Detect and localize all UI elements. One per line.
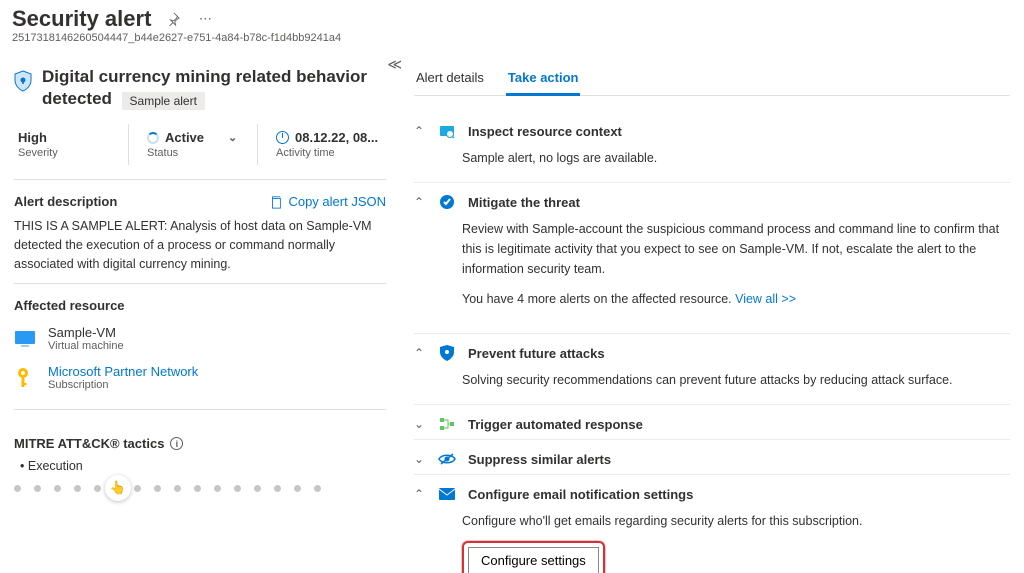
suppress-icon xyxy=(438,450,456,468)
status-label: Status xyxy=(147,147,253,159)
acc-prevent-title: Prevent future attacks xyxy=(468,346,605,361)
acc-suppress-header[interactable]: ⌄ Suppress similar alerts xyxy=(414,450,1010,468)
acc-inspect-header[interactable]: ⌃ Inspect resource context xyxy=(414,122,1010,140)
chevron-down-icon: ⌄ xyxy=(414,452,426,466)
details-pane: ≪ Digital currency mining related behavi… xyxy=(0,54,400,573)
clock-icon xyxy=(276,131,289,144)
pin-icon[interactable] xyxy=(163,9,183,29)
mitigate-text-2: You have 4 more alerts on the affected r… xyxy=(462,292,735,306)
key-icon xyxy=(14,367,36,389)
chevron-up-icon: ⌃ xyxy=(414,195,426,209)
copy-icon xyxy=(269,195,283,209)
email-icon xyxy=(438,485,456,503)
acc-configure-title: Configure email notification settings xyxy=(468,487,693,502)
acc-inspect-body: Sample alert, no logs are available. xyxy=(414,140,1010,168)
collapse-pane-icon[interactable]: ≪ xyxy=(387,56,402,73)
acc-trigger-title: Trigger automated response xyxy=(468,417,643,432)
mitigate-text-1: Review with Sample-account the suspiciou… xyxy=(462,219,1010,279)
tab-take-action[interactable]: Take action xyxy=(506,64,581,96)
resource-type: Virtual machine xyxy=(48,340,124,352)
alert-id: 2517318146260504447_b44e2627-e751-4a84-b… xyxy=(0,32,1024,54)
acc-mitigate-header[interactable]: ⌃ Mitigate the threat xyxy=(414,193,1010,211)
hand-pointer-icon: 👆 xyxy=(105,475,131,501)
status-dropdown-icon[interactable]: ⌄ xyxy=(228,131,237,144)
chevron-up-icon: ⌃ xyxy=(414,346,426,360)
status-value: Active xyxy=(165,130,204,145)
chevron-down-icon: ⌄ xyxy=(414,417,426,431)
affected-resource-heading: Affected resource xyxy=(14,298,386,313)
tab-alert-details[interactable]: Alert details xyxy=(414,64,486,95)
activity-metric: 08.12.22, 08... Activity time xyxy=(257,124,386,165)
resource-item-vm: Sample-VM Virtual machine xyxy=(14,325,386,352)
configure-settings-button[interactable]: Configure settings xyxy=(468,547,599,573)
activity-label: Activity time xyxy=(276,147,382,159)
acc-inspect-title: Inspect resource context xyxy=(468,124,622,139)
status-metric: Active ⌄ Status xyxy=(128,124,257,165)
activity-value: 08.12.22, 08... xyxy=(295,130,378,145)
mitre-heading: MITRE ATT&CK® tactics xyxy=(14,436,164,451)
severity-value: High xyxy=(18,130,124,145)
severity-label: Severity xyxy=(18,147,124,159)
configure-text: Configure who'll get emails regarding se… xyxy=(462,511,1010,531)
resource-type: Subscription xyxy=(48,379,198,391)
spinner-icon xyxy=(147,132,159,144)
page-title: Security alert xyxy=(12,6,151,32)
chevron-up-icon: ⌃ xyxy=(414,487,426,501)
severity-metric: High Severity xyxy=(14,124,128,165)
copy-alert-json-link[interactable]: Copy alert JSON xyxy=(269,194,386,209)
vm-icon xyxy=(14,328,36,350)
automation-icon xyxy=(438,415,456,433)
acc-suppress-title: Suppress similar alerts xyxy=(468,452,611,467)
inspect-icon xyxy=(438,122,456,140)
chevron-up-icon: ⌃ xyxy=(414,124,426,138)
copy-alert-json-label: Copy alert JSON xyxy=(288,194,386,209)
resource-name-link[interactable]: Microsoft Partner Network xyxy=(48,364,198,379)
resource-name: Sample-VM xyxy=(48,325,124,340)
prevent-icon xyxy=(438,344,456,362)
acc-trigger-header[interactable]: ⌄ Trigger automated response xyxy=(414,415,1010,433)
more-icon[interactable]: ⋯ xyxy=(195,9,215,29)
acc-configure-header[interactable]: ⌃ Configure email notification settings xyxy=(414,485,1010,503)
action-pane: Alert details Take action ⌃ Inspect reso… xyxy=(400,54,1024,573)
info-icon[interactable]: i xyxy=(170,437,183,450)
acc-prevent-header[interactable]: ⌃ Prevent future attacks xyxy=(414,344,1010,362)
shield-icon xyxy=(14,70,32,92)
acc-prevent-body: Solving security recommendations can pre… xyxy=(414,362,1010,390)
alert-description-heading: Alert description xyxy=(14,194,117,209)
acc-mitigate-title: Mitigate the threat xyxy=(468,195,580,210)
sample-alert-badge: Sample alert xyxy=(122,92,205,110)
alert-description-text: THIS IS A SAMPLE ALERT: Analysis of host… xyxy=(14,217,386,273)
view-all-link[interactable]: View all >> xyxy=(735,292,796,306)
tactics-timeline: 👆 xyxy=(14,485,386,492)
mitigate-icon xyxy=(438,193,456,211)
configure-button-highlight: Configure settings xyxy=(462,541,605,573)
mitre-tactic: Execution xyxy=(20,459,386,473)
resource-item-subscription: Microsoft Partner Network Subscription xyxy=(14,364,386,391)
